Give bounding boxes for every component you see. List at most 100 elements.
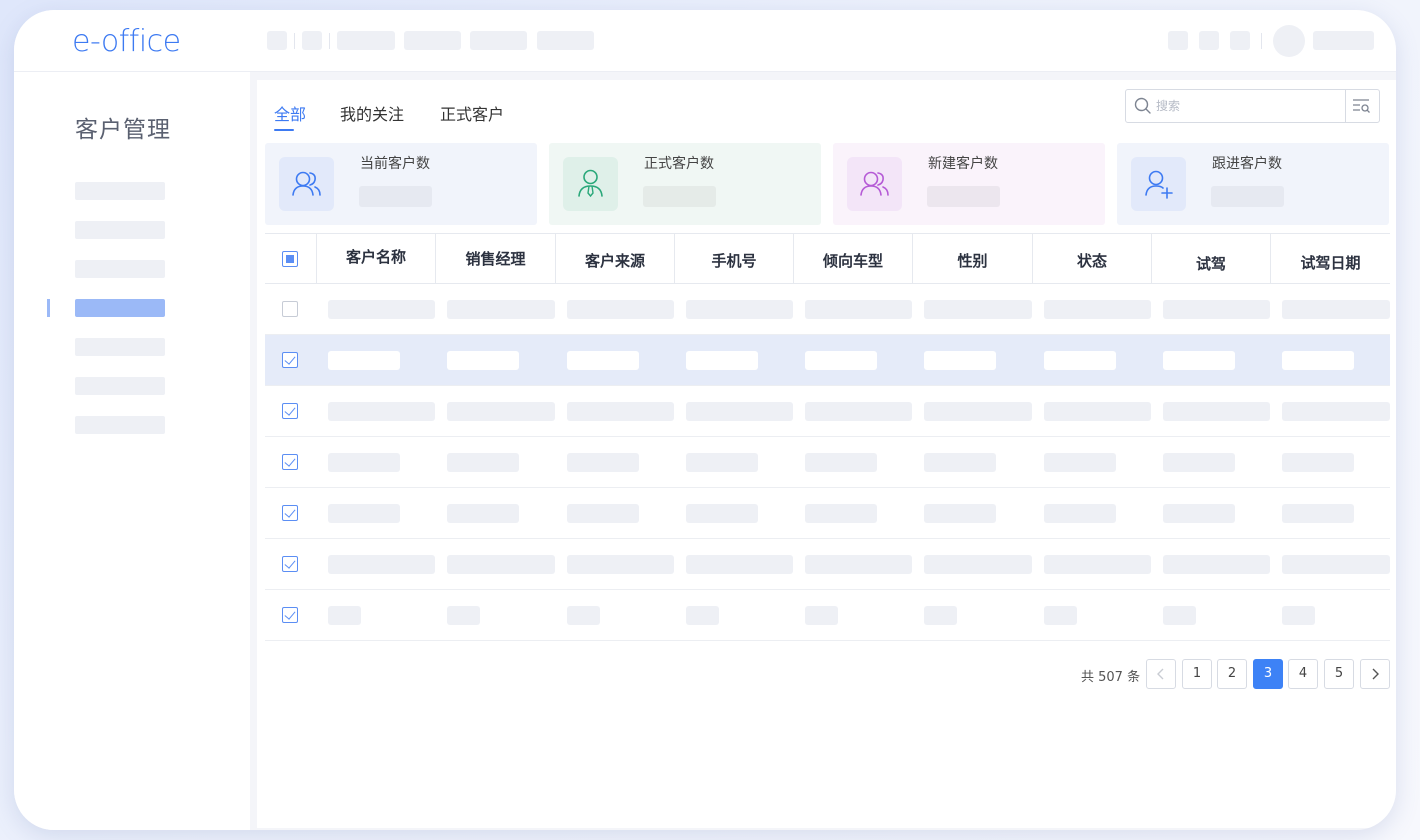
column-header[interactable]: 客户名称 [316, 234, 435, 283]
table-row[interactable] [265, 437, 1390, 488]
search-separator [1345, 90, 1346, 122]
cell-placeholder [567, 555, 674, 574]
column-header[interactable]: 性别 [912, 234, 1032, 283]
cell-placeholder [805, 351, 877, 370]
cell-placeholder [1044, 351, 1116, 370]
search-box [1125, 89, 1380, 123]
nav-placeholder[interactable] [470, 31, 527, 50]
page-button-1[interactable]: 1 [1182, 659, 1212, 689]
action-placeholder[interactable] [1168, 31, 1188, 50]
column-header[interactable]: 状态 [1032, 234, 1151, 283]
cell-placeholder [686, 453, 758, 472]
page-button-5[interactable]: 5 [1324, 659, 1354, 689]
nav-placeholder[interactable] [404, 31, 461, 50]
sidebar-item[interactable] [75, 260, 165, 278]
column-header[interactable]: 销售经理 [435, 234, 555, 283]
row-checkbox[interactable] [282, 403, 298, 419]
cell-placeholder [1282, 504, 1354, 523]
cell-placeholder [447, 606, 480, 625]
row-checkbox[interactable] [282, 301, 298, 317]
cell-placeholder [1044, 555, 1151, 574]
stat-card-follow-up[interactable]: 跟进客户数 [1117, 143, 1389, 225]
cell-placeholder [328, 402, 435, 421]
tab-my-follow[interactable]: 我的关注 [340, 101, 404, 125]
page-button-3-current[interactable]: 3 [1253, 659, 1283, 689]
sidebar-item[interactable] [75, 221, 165, 239]
cell-placeholder [805, 300, 912, 319]
cell-placeholder [924, 606, 957, 625]
cell-placeholder [686, 402, 793, 421]
row-checkbox[interactable] [282, 505, 298, 521]
column-header[interactable]: 客户来源 [555, 234, 674, 283]
tab-formal-customers[interactable]: 正式客户 [440, 101, 504, 125]
toolbar-placeholder[interactable] [302, 31, 322, 50]
nav-placeholder[interactable] [537, 31, 594, 50]
column-header[interactable]: 倾向车型 [793, 234, 912, 283]
column-header-label: 试驾 [1195, 255, 1226, 273]
row-checkbox[interactable] [282, 607, 298, 623]
table-row[interactable] [265, 386, 1390, 437]
page-button-4[interactable]: 4 [1288, 659, 1318, 689]
action-placeholder[interactable] [1199, 31, 1219, 50]
cell-placeholder [1282, 351, 1354, 370]
cell-placeholder [1282, 606, 1315, 625]
sidebar-item[interactable] [75, 416, 165, 434]
column-header[interactable]: 试驾 [1151, 234, 1270, 283]
row-checkbox[interactable] [282, 556, 298, 572]
table-row[interactable] [265, 539, 1390, 590]
row-checkbox[interactable] [282, 352, 298, 368]
svg-text:e-office: e-office [72, 24, 181, 58]
sidebar-item[interactable] [75, 182, 165, 200]
cell-placeholder [328, 555, 435, 574]
cell-placeholder [686, 504, 758, 523]
divider [294, 33, 295, 49]
cell-placeholder [805, 504, 877, 523]
sidebar-item-active[interactable] [75, 299, 165, 317]
row-checkbox[interactable] [282, 454, 298, 470]
page-button-2[interactable]: 2 [1217, 659, 1247, 689]
stat-card-current[interactable]: 当前客户数 [265, 143, 537, 225]
column-header[interactable]: 试驾日期 [1270, 234, 1390, 283]
username-placeholder[interactable] [1313, 31, 1374, 50]
table-row[interactable] [265, 590, 1390, 641]
sidebar-item[interactable] [75, 377, 165, 395]
table-row-selected[interactable] [265, 335, 1390, 386]
stat-card-new[interactable]: 新建客户数 [833, 143, 1105, 225]
table-row[interactable] [265, 488, 1390, 539]
prev-page-button[interactable] [1146, 659, 1176, 689]
action-placeholder[interactable] [1230, 31, 1250, 50]
sidebar-item[interactable] [75, 338, 165, 356]
cell-placeholder [328, 606, 361, 625]
cell-placeholder [567, 300, 674, 319]
filter-list-icon[interactable] [1352, 98, 1372, 114]
column-header[interactable]: 手机号 [674, 234, 793, 283]
cell-placeholder [567, 453, 639, 472]
stat-icon-box [847, 157, 902, 211]
cell-placeholder [1044, 402, 1151, 421]
next-page-button[interactable] [1360, 659, 1390, 689]
stat-card-formal[interactable]: 正式客户数 [549, 143, 821, 225]
sidebar: 客户管理 [14, 72, 250, 830]
stat-label: 跟进客户数 [1212, 156, 1282, 172]
column-header-label: 状态 [1076, 252, 1107, 270]
logo[interactable]: e-office [72, 24, 222, 62]
users-icon [860, 171, 889, 196]
cell-placeholder [924, 555, 1032, 574]
column-header-label: 手机号 [711, 252, 757, 270]
table-row[interactable] [265, 284, 1390, 335]
select-all-checkbox[interactable] [282, 251, 298, 267]
cell-placeholder [1282, 453, 1354, 472]
search-input[interactable] [1156, 96, 1336, 116]
cell-placeholder [686, 351, 758, 370]
avatar[interactable] [1273, 25, 1305, 57]
tab-all[interactable]: 全部 [274, 101, 306, 125]
toolbar-placeholder[interactable] [267, 31, 287, 50]
column-header-label: 客户名称 [345, 248, 406, 266]
cell-placeholder [447, 402, 555, 421]
column-header-label: 试驾日期 [1300, 254, 1361, 272]
cell-placeholder [1163, 504, 1235, 523]
stat-icon-box [1131, 157, 1186, 211]
nav-placeholder[interactable] [337, 31, 395, 50]
cell-placeholder [1163, 300, 1270, 319]
cell-placeholder [924, 504, 996, 523]
